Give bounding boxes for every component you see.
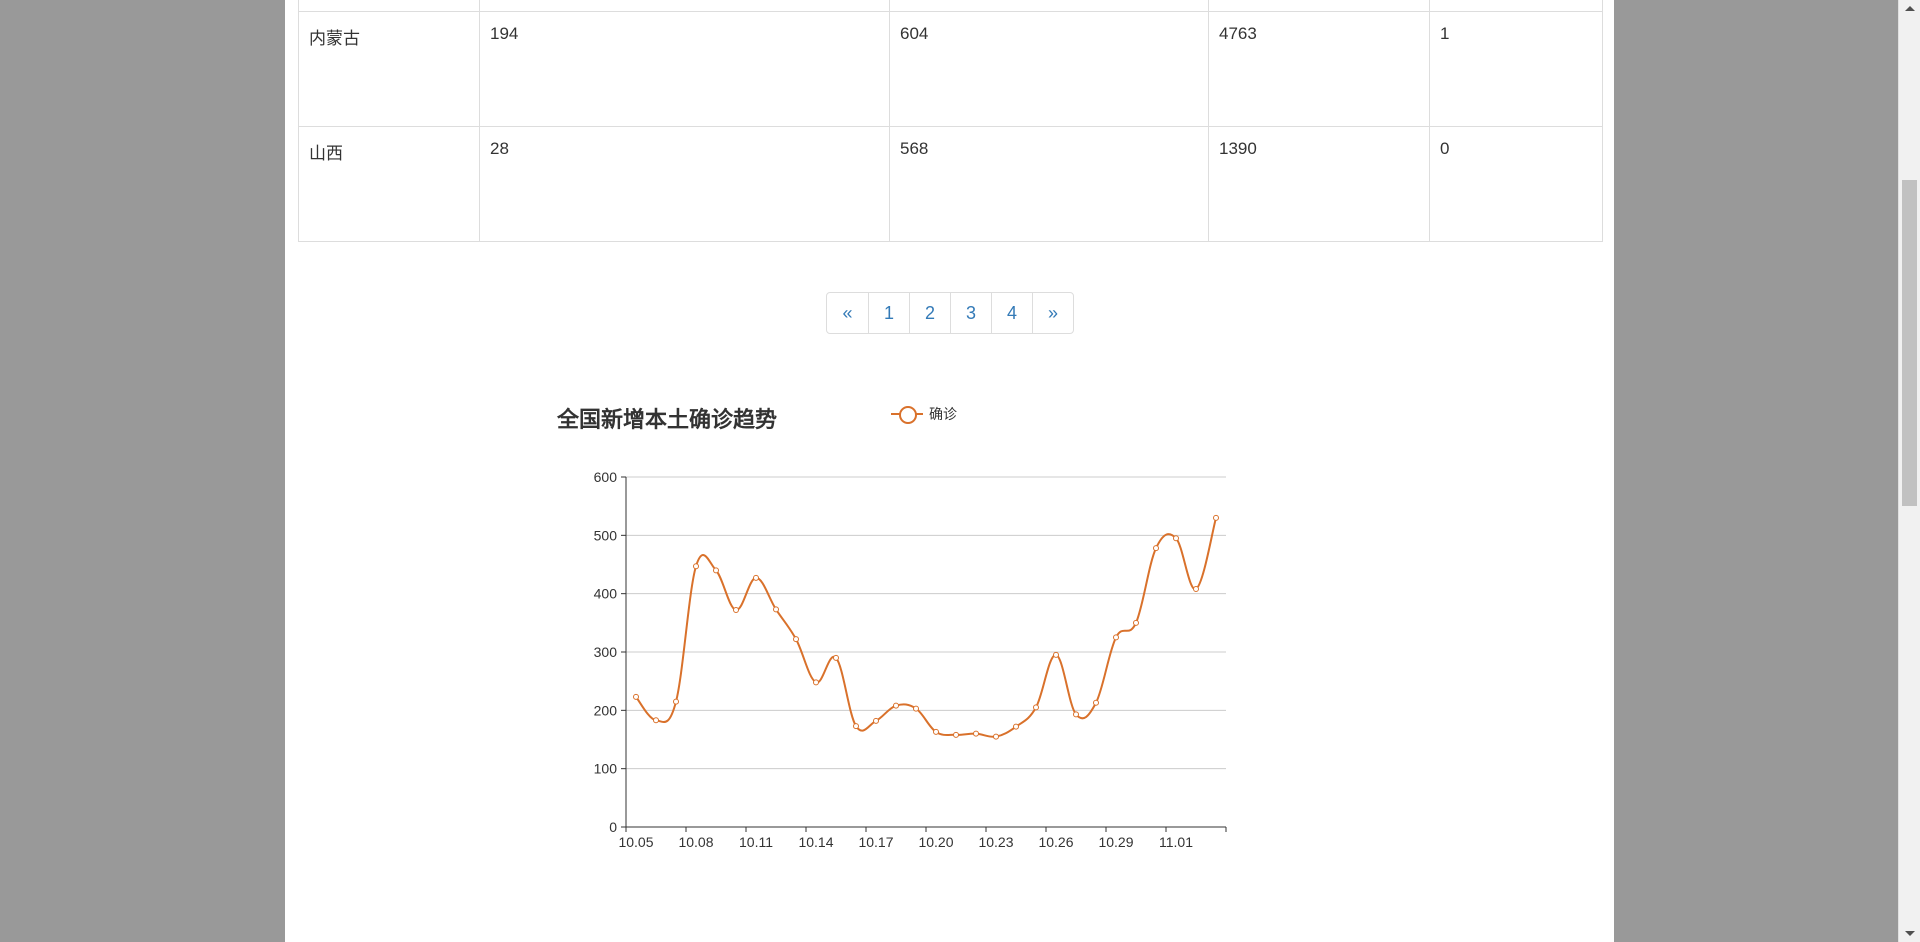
vertical-scrollbar[interactable] [1898, 0, 1920, 942]
line-chart: 0 100 200 300 400 500 600 10.05 10.08 10.11 10.14 1… [594, 469, 1227, 850]
data-point [753, 574, 759, 581]
data-point [1013, 723, 1019, 730]
data-point [733, 607, 739, 613]
x-tick-label: 10.05 [618, 834, 653, 850]
page-content: 内蒙古 194 604 4763 1 山西 28 568 1390 0 « 1 … [285, 0, 1614, 942]
data-point [1153, 545, 1159, 552]
x-tick-label: 10.14 [798, 834, 833, 850]
y-tick-label: 300 [594, 644, 618, 660]
data-point [833, 654, 839, 661]
x-tick-label: 10.29 [1098, 834, 1133, 850]
data-point [973, 730, 979, 737]
x-tick-label: 10.23 [978, 834, 1013, 850]
data-point [693, 563, 699, 570]
scroll-up-arrow-icon[interactable] [1905, 6, 1915, 11]
y-tick-label: 400 [594, 586, 618, 602]
y-tick-label: 200 [594, 702, 618, 718]
x-tick-label: 10.26 [1038, 834, 1073, 850]
x-tick-label: 10.20 [918, 834, 953, 850]
data-point [933, 728, 939, 735]
data-point [1053, 651, 1059, 658]
data-point [1213, 514, 1219, 521]
data-point [953, 731, 959, 738]
data-point [653, 717, 659, 724]
data-point [853, 723, 859, 730]
scroll-down-arrow-icon[interactable] [1905, 931, 1915, 936]
data-point [793, 636, 799, 643]
data-point [1093, 699, 1099, 706]
series-line [635, 517, 1217, 738]
y-tick-label: 100 [594, 761, 618, 777]
data-point [893, 702, 899, 709]
y-tick-label: 0 [609, 819, 617, 835]
scrollbar-thumb[interactable] [1902, 180, 1917, 506]
x-tick-label: 10.08 [678, 834, 713, 850]
data-point [873, 717, 879, 724]
data-point [1193, 586, 1199, 592]
data-point [813, 679, 819, 686]
data-point [1133, 619, 1139, 626]
data-point [1033, 704, 1039, 711]
x-tick-label: 10.11 [739, 834, 773, 850]
data-point [1073, 711, 1079, 718]
data-point [673, 698, 679, 705]
y-tick-label: 600 [594, 469, 618, 485]
y-tick-label: 500 [594, 527, 618, 543]
data-point [633, 693, 639, 700]
x-tick-label: 11.01 [1159, 834, 1193, 850]
x-tick-label: 10.17 [858, 834, 893, 850]
data-point [913, 705, 919, 712]
data-point [713, 567, 719, 574]
data-point [773, 606, 779, 613]
data-point [1113, 634, 1119, 641]
data-point [1173, 535, 1179, 542]
data-point [993, 733, 999, 740]
